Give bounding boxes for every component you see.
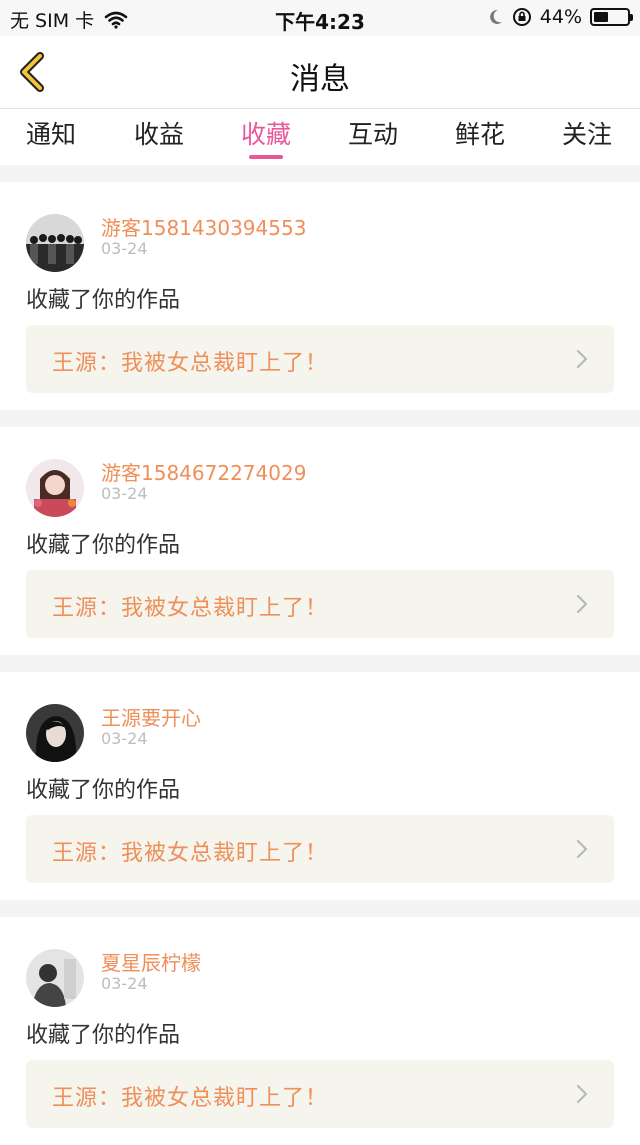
tab-label: 关注 — [562, 120, 613, 149]
tab-label: 收藏 — [241, 120, 292, 149]
chevron-right-icon — [576, 594, 588, 614]
avatar-image — [26, 459, 84, 517]
tab-favorites[interactable]: 收藏 — [241, 115, 292, 159]
list-item: 夏星辰柠檬 03-24 收藏了你的作品 王源：我被女总裁盯上了！ — [0, 917, 640, 1145]
status-right: 44% — [488, 6, 633, 28]
status-bar: 无 SIM 卡 下午4:23 44% — [0, 0, 640, 36]
battery-icon — [590, 8, 633, 26]
battery-percent: 44% — [539, 6, 582, 28]
orientation-lock-icon — [512, 8, 531, 26]
chevron-right-icon — [576, 839, 588, 859]
work-link[interactable]: 王源：我被女总裁盯上了！ — [26, 570, 614, 638]
avatar-image — [26, 214, 84, 272]
date-label: 03-24 — [101, 484, 148, 503]
date-label: 03-24 — [101, 729, 148, 748]
moon-icon — [489, 9, 502, 24]
date-label: 03-24 — [101, 239, 148, 258]
user-name[interactable]: 游客1581430394553 — [101, 212, 306, 241]
tab-follow[interactable]: 关注 — [562, 115, 612, 151]
chevron-right-icon — [576, 349, 588, 369]
avatar[interactable] — [26, 949, 84, 1007]
work-title: 王源：我被女总裁盯上了！ — [52, 596, 329, 621]
tab-notify[interactable]: 通知 — [26, 115, 76, 151]
avatar-image — [26, 704, 84, 762]
work-link[interactable]: 王源：我被女总裁盯上了！ — [26, 1060, 614, 1128]
chevron-right-icon — [576, 1084, 588, 1104]
user-name[interactable]: 王源要开心 — [101, 702, 201, 731]
avatar-image — [26, 949, 84, 1007]
tab-bar: 通知 收益 收藏 互动 鲜花 关注 — [0, 109, 640, 165]
message-text: 收藏了你的作品 — [26, 1023, 181, 1048]
tab-interaction[interactable]: 互动 — [348, 115, 398, 151]
list-item: 游客1581430394553 03-24 收藏了你的作品 王源：我被女总裁盯上… — [0, 182, 640, 410]
message-text: 收藏了你的作品 — [26, 533, 181, 558]
tab-label: 通知 — [26, 120, 77, 149]
work-title: 王源：我被女总裁盯上了！ — [52, 1086, 329, 1111]
avatar[interactable] — [26, 704, 84, 762]
avatar[interactable] — [26, 459, 84, 517]
nav-bar: 消息 — [0, 36, 640, 109]
battery-fill — [594, 12, 608, 22]
message-text: 收藏了你的作品 — [26, 288, 181, 313]
tab-earnings[interactable]: 收益 — [134, 115, 184, 151]
tab-flowers[interactable]: 鲜花 — [455, 115, 505, 151]
list-item: 游客1584672274029 03-24 收藏了你的作品 王源：我被女总裁盯上… — [0, 427, 640, 655]
work-title: 王源：我被女总裁盯上了！ — [52, 841, 329, 866]
tab-label: 互动 — [348, 120, 399, 149]
work-link[interactable]: 王源：我被女总裁盯上了！ — [26, 325, 614, 393]
page-title: 消息 — [290, 62, 350, 97]
tab-label: 收益 — [134, 120, 185, 149]
message-text: 收藏了你的作品 — [26, 778, 181, 803]
date-label: 03-24 — [101, 974, 148, 993]
user-name[interactable]: 夏星辰柠檬 — [101, 947, 201, 976]
work-title: 王源：我被女总裁盯上了！ — [52, 351, 329, 376]
tab-label: 鲜花 — [455, 120, 506, 149]
avatar[interactable] — [26, 214, 84, 272]
active-tab-indicator — [249, 155, 283, 159]
list-item: 王源要开心 03-24 收藏了你的作品 王源：我被女总裁盯上了！ — [0, 672, 640, 900]
user-name[interactable]: 游客1584672274029 — [101, 457, 306, 486]
work-link[interactable]: 王源：我被女总裁盯上了！ — [26, 815, 614, 883]
